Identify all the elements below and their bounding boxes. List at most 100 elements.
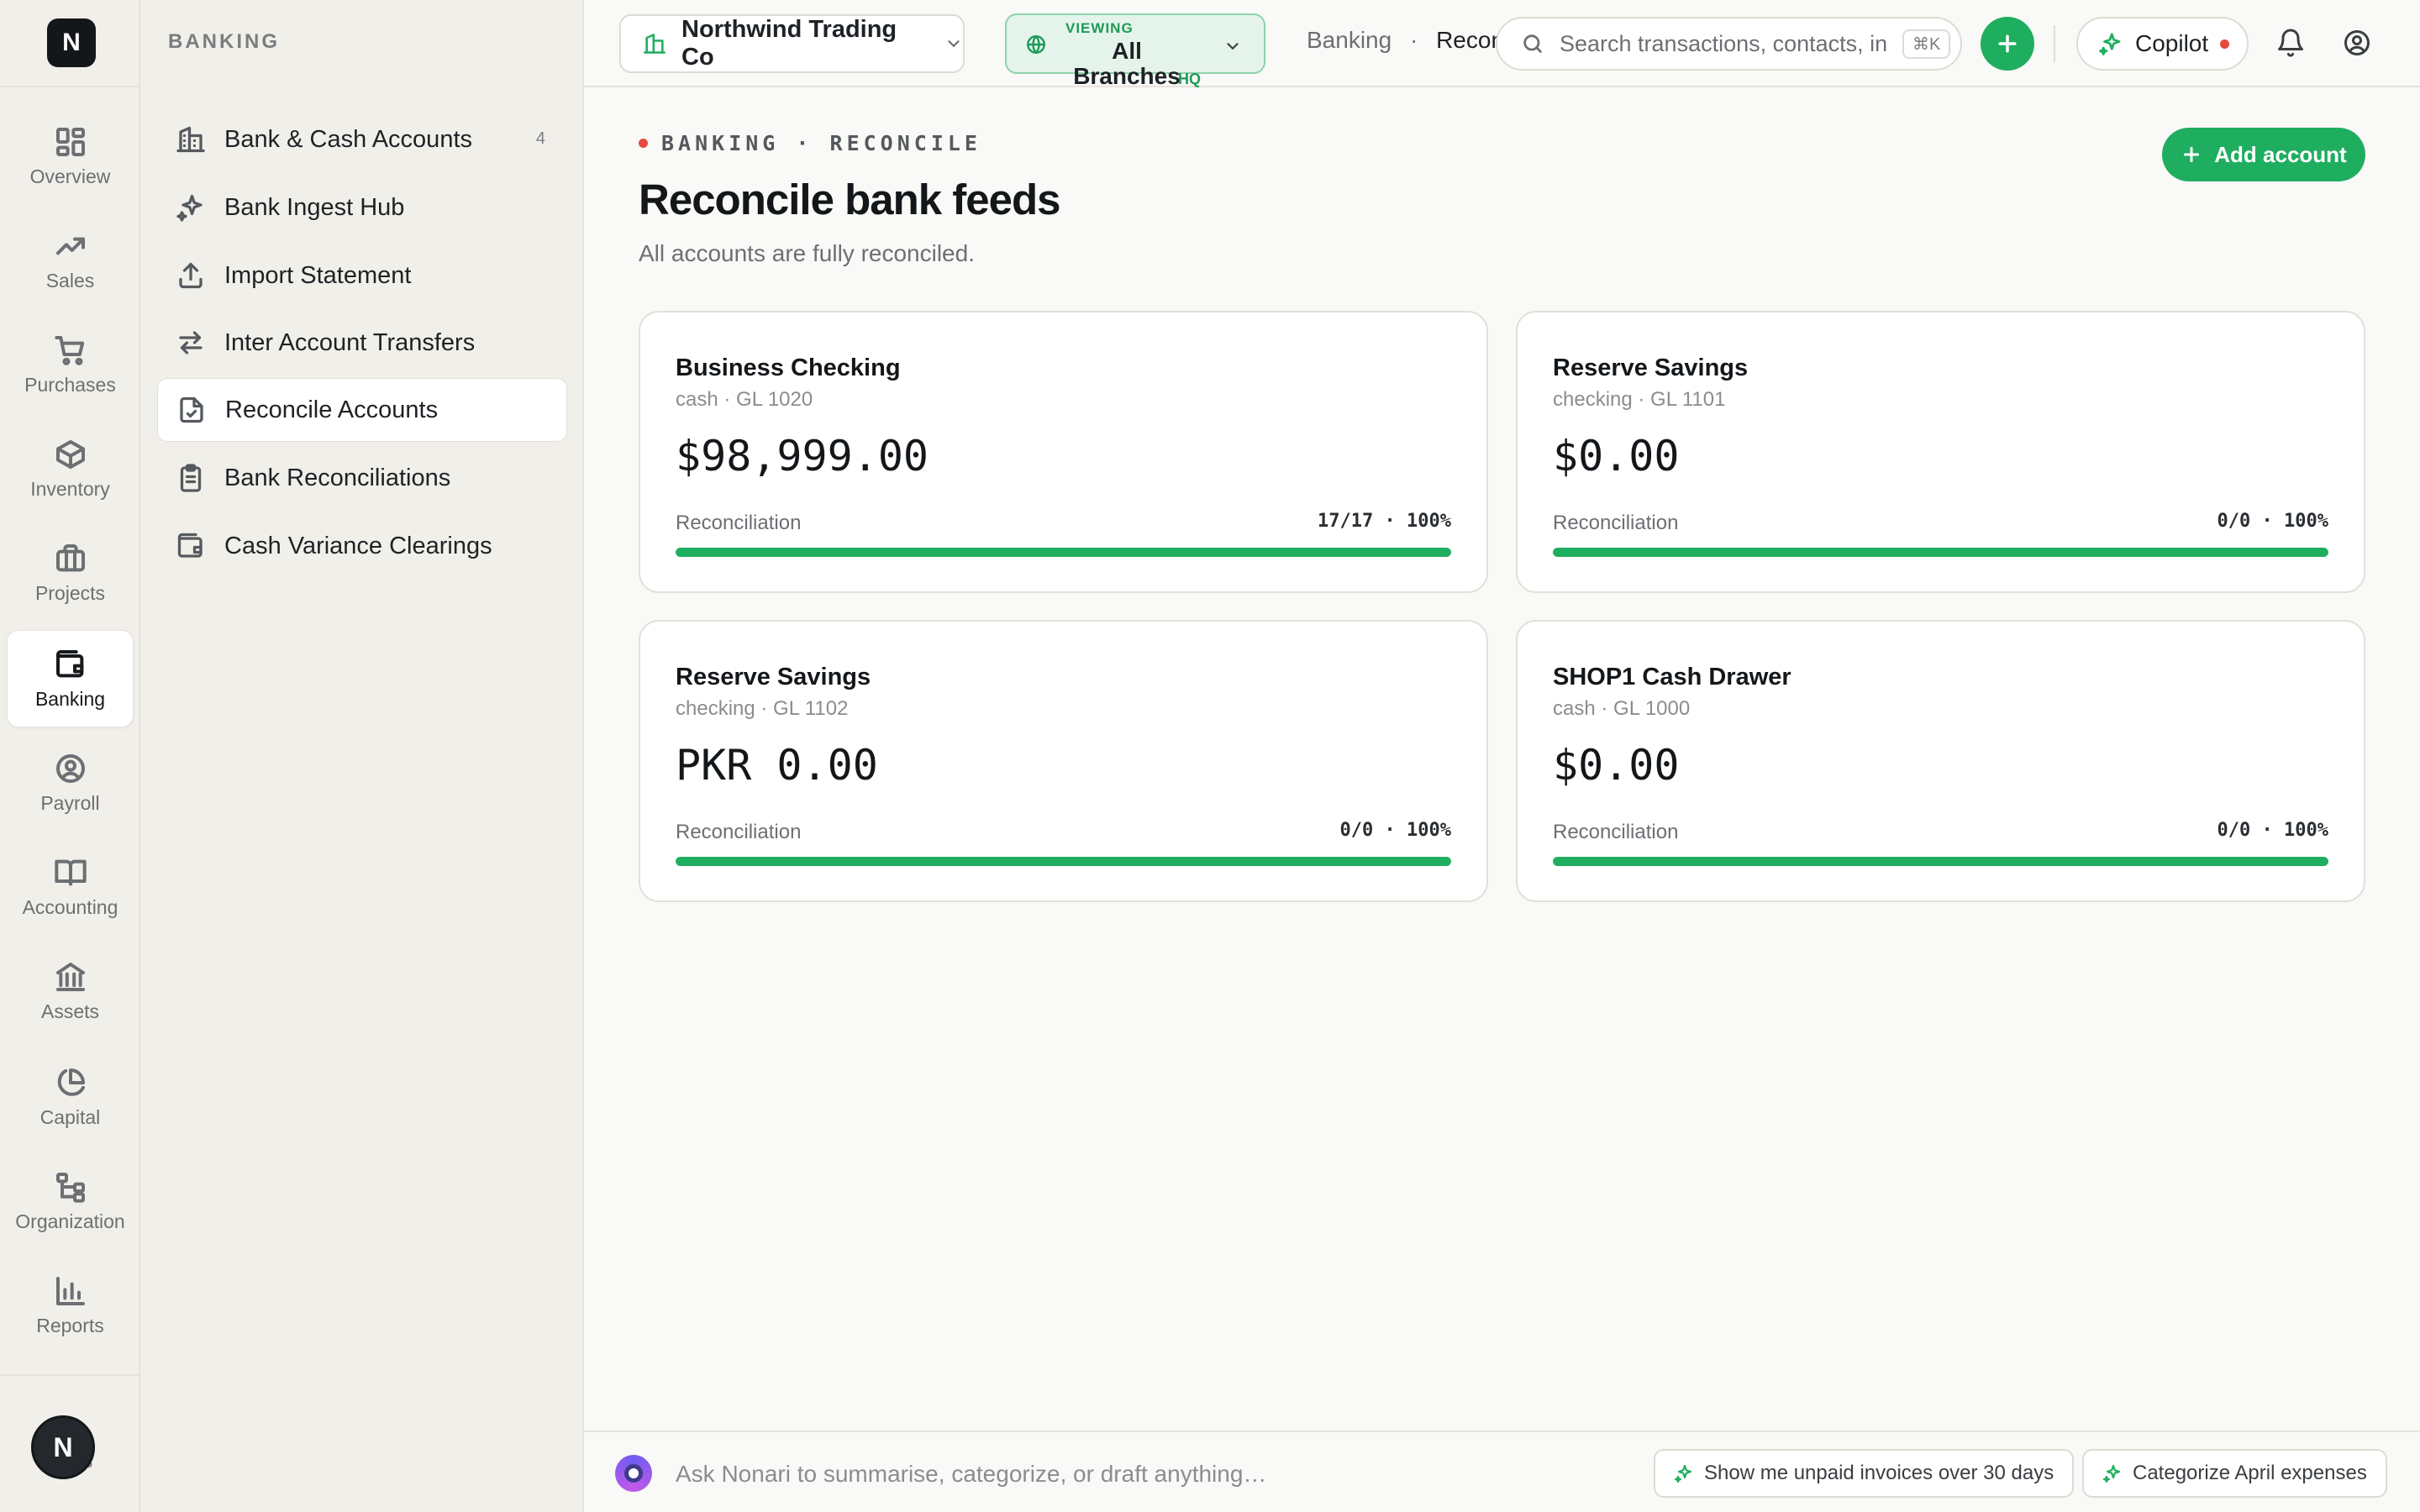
subnav-item-bank-reconciliations[interactable]: Bank Reconciliations <box>157 446 567 510</box>
banking-subnav: BANKING Bank & Cash Accounts 4 Bank Inge… <box>140 0 584 1512</box>
file-check-icon <box>180 396 203 423</box>
page-eyebrow: BANKING · RECONCILE <box>639 131 981 155</box>
suggestion-chip-unpaid-invoices[interactable]: Show me unpaid invoices over 30 days <box>1654 1449 2075 1498</box>
rail-item-overview[interactable]: Overview <box>7 108 134 205</box>
grid-icon <box>55 127 85 156</box>
account-card[interactable]: Reserve Savings checking · GL 1102 PKR 0.0… <box>639 620 1488 902</box>
plus-icon <box>2184 146 2200 163</box>
chevron-down-icon <box>948 40 960 48</box>
rail-item-purchases[interactable]: Purchases <box>7 316 134 413</box>
toolbar-divider <box>2054 25 2055 62</box>
reconciliation-stat: 0/0 · 100% <box>1339 820 1451 841</box>
account-card[interactable]: SHOP1 Cash Drawer cash · GL 1000 $0.00 Reco… <box>1516 620 2365 902</box>
assistant-orb-icon <box>615 1455 652 1492</box>
page-eyebrow-text: BANKING · RECONCILE <box>661 131 981 155</box>
reconciliation-stat: 0/0 · 100% <box>2217 820 2328 841</box>
rail-item-accounting[interactable]: Accounting <box>7 838 134 936</box>
rail-item-label: Purchases <box>24 373 116 396</box>
add-account-label: Add account <box>2214 141 2347 167</box>
subnav-item-label: Bank & Cash Accounts <box>224 125 472 153</box>
suggestion-chip-label: Show me unpaid invoices over 30 days <box>1704 1462 2054 1484</box>
globe-icon <box>1027 35 1045 54</box>
subnav-item-reconcile-accounts[interactable]: Reconcile Accounts <box>157 378 567 442</box>
subnav-item-cash-variance-clearings[interactable]: Cash Variance Clearings <box>157 514 567 578</box>
bell-icon <box>2278 29 2303 57</box>
account-menu-button[interactable] <box>2342 28 2372 62</box>
rail-item-reports[interactable]: Reports <box>7 1257 134 1354</box>
user-avatar[interactable]: N <box>31 1415 95 1479</box>
reconciliation-label: Reconciliation <box>1553 821 1679 843</box>
ask-input[interactable]: Ask Nonari to summarise, categorize, or … <box>676 1461 1266 1488</box>
search-shortcut: ⌘K <box>1902 29 1951 59</box>
reconciliation-progress-fill <box>676 548 1451 557</box>
subnav-item-label: Import Statement <box>224 261 412 289</box>
subnav-item-label: Bank Reconciliations <box>224 464 451 491</box>
pie-icon <box>57 1068 85 1096</box>
rail-item-assets[interactable]: Assets <box>7 942 134 1040</box>
rail-item-organization[interactable]: Organization <box>7 1152 134 1250</box>
reconciliation-progress-bar <box>676 857 1451 866</box>
sparkle-icon <box>1674 1464 1692 1483</box>
account-card[interactable]: Business Checking cash · GL 1020 $98,999.0… <box>639 311 1488 593</box>
account-card[interactable]: Reserve Savings checking · GL 1101 $0.00 Re… <box>1516 311 2365 593</box>
app-logo[interactable]: N <box>47 18 96 67</box>
user-circle-icon <box>55 753 85 783</box>
rail-item-sales[interactable]: Sales <box>7 212 134 309</box>
sparkle-icon <box>2099 33 2121 55</box>
bar-chart-icon <box>55 1276 85 1305</box>
subnav-item-inter-account-transfers[interactable]: Inter Account Transfers <box>157 311 567 375</box>
building-icon <box>644 34 666 54</box>
rail-item-inventory[interactable]: Inventory <box>7 420 134 517</box>
transfer-icon <box>179 331 203 354</box>
subnav-item-bank-cash-accounts[interactable]: Bank & Cash Accounts 4 <box>157 108 567 171</box>
subnav-item-import-statement[interactable]: Import Statement <box>157 244 567 307</box>
copilot-button[interactable]: Copilot <box>2076 17 2249 71</box>
notifications-button[interactable] <box>2275 28 2306 62</box>
wallet-icon <box>55 649 83 677</box>
rail-item-banking[interactable]: Banking <box>7 630 134 727</box>
add-account-button[interactable]: Add account <box>2162 128 2365 181</box>
account-balance: $0.00 <box>1553 741 1680 790</box>
rail-item-label: Capital <box>39 1105 101 1128</box>
breadcrumb-section[interactable]: Banking <box>1307 27 1392 53</box>
rail-item-payroll[interactable]: Payroll <box>7 734 134 832</box>
rail-item-projects[interactable]: Projects <box>7 524 134 622</box>
user-circle-icon <box>2344 30 2370 55</box>
breadcrumb: Banking · Reconcile <box>1307 27 1498 54</box>
branch-selector[interactable]: VIEWING All Branches HQ <box>1005 13 1265 89</box>
search-input[interactable]: Search transactions, contacts, invoices… <box>1560 31 1887 57</box>
copilot-label: Copilot <box>2135 30 2209 56</box>
reconciliation-progress-fill <box>1553 548 2328 557</box>
search-icon <box>1523 34 1542 53</box>
suggestion-chip-categorize-expenses[interactable]: Categorize April expenses <box>2082 1449 2387 1498</box>
subnav-item-label: Cash Variance Clearings <box>224 532 492 559</box>
rail-divider <box>0 86 139 87</box>
account-balance: PKR 0.00 <box>676 741 878 790</box>
subnav-item-label: Reconcile Accounts <box>225 396 439 423</box>
reconciliation-progress-fill <box>676 857 1451 866</box>
rail-item-label: Organization <box>15 1210 125 1232</box>
quick-create-button[interactable] <box>1981 17 2034 71</box>
breadcrumb-separator: · <box>1409 27 1418 53</box>
account-name: Business Checking <box>676 354 901 381</box>
app-rail: N Overview Sales Purchases Inventory Pro… <box>0 0 140 1512</box>
account-balance: $0.00 <box>1553 432 1680 480</box>
trend-up-icon <box>55 237 85 255</box>
plus-icon <box>1998 34 2017 53</box>
reconciliation-stat: 0/0 · 100% <box>2217 511 2328 532</box>
section-dot <box>639 139 648 148</box>
rail-item-label: Overview <box>29 165 111 187</box>
copilot-status-dot <box>2220 39 2230 49</box>
rail-item-capital[interactable]: Capital <box>7 1048 134 1146</box>
global-search[interactable]: Search transactions, contacts, invoices…… <box>1496 17 1962 71</box>
reconciliation-label: Reconciliation <box>1553 512 1679 534</box>
branch-eyebrow: VIEWING <box>1065 20 1134 36</box>
account-meta: cash · GL 1000 <box>1553 697 1691 720</box>
company-selector[interactable]: Northwind Trading Co <box>619 14 965 73</box>
subnav-item-bank-ingest-hub[interactable]: Bank Ingest Hub <box>157 176 567 239</box>
reconciliation-progress-bar <box>676 548 1451 557</box>
reconciliation-stat: 17/17 · 100% <box>1318 511 1451 532</box>
book-icon <box>54 859 87 885</box>
breadcrumb-current: Reconcile <box>1436 27 1498 53</box>
branch-tag: HQ <box>1178 71 1201 87</box>
